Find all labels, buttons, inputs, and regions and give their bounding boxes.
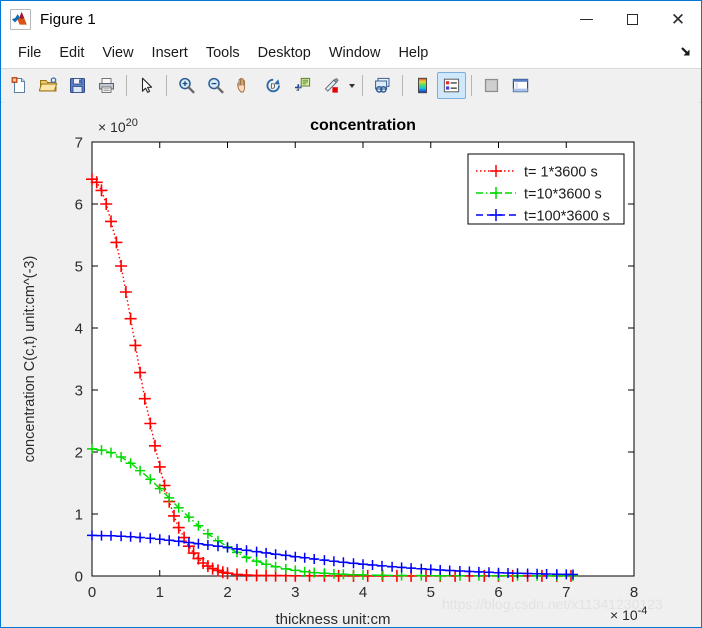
- y-tick-label: 5: [75, 259, 83, 276]
- menu-item-view[interactable]: View: [93, 42, 142, 64]
- save-figure-icon[interactable]: [63, 72, 92, 99]
- x-tick-label: 4: [359, 584, 367, 601]
- legend[interactable]: t= 1*3600 s t=10*3600 s t=100*3600 s: [467, 153, 625, 225]
- toolbar-separator: [471, 75, 472, 96]
- x-tick-label: 3: [291, 584, 299, 601]
- pan-icon[interactable]: [230, 72, 259, 99]
- y-axis-label: concentration C(c,t) unit:cm^(-3): [22, 256, 38, 463]
- menu-item-help[interactable]: Help: [389, 42, 437, 64]
- close-button[interactable]: ✕: [655, 1, 701, 37]
- maximize-icon: [626, 13, 638, 25]
- menu-item-insert[interactable]: Insert: [143, 42, 197, 64]
- y-axis-exponent: × 1020: [98, 117, 138, 135]
- x-tick-label: 8: [630, 584, 638, 601]
- minimize-button[interactable]: [563, 1, 609, 37]
- x-tick-label: 2: [223, 584, 231, 601]
- new-figure-icon[interactable]: [5, 72, 34, 99]
- matlab-icon: [10, 8, 31, 30]
- toolbar-separator: [126, 75, 127, 96]
- x-tick-label: 5: [427, 584, 435, 601]
- menu-bar: File Edit View Insert Tools Desktop Wind…: [1, 38, 701, 69]
- y-tick-label: 1: [75, 507, 83, 524]
- menu-item-window[interactable]: Window: [320, 42, 390, 64]
- legend-label: t= 1*3600 s: [524, 165, 598, 181]
- brush-dropdown-arrow-icon[interactable]: [346, 72, 357, 99]
- undock-arrow-icon[interactable]: [678, 46, 692, 60]
- menu-item-file[interactable]: File: [9, 42, 50, 64]
- menu-item-desktop[interactable]: Desktop: [249, 42, 320, 64]
- toolbar-separator: [166, 75, 167, 96]
- legend-icon[interactable]: [437, 72, 466, 99]
- title-bar-left: Figure 1: [1, 8, 96, 30]
- window-controls: ✕: [563, 1, 701, 37]
- x-axis-exponent: × 10-4: [610, 605, 647, 623]
- data-cursor-icon[interactable]: [288, 72, 317, 99]
- y-tick-label: 6: [75, 197, 83, 214]
- y-tick-label: 7: [75, 135, 83, 152]
- x-tick-label: 7: [562, 584, 570, 601]
- zoom-in-icon[interactable]: [172, 72, 201, 99]
- open-file-icon[interactable]: [34, 72, 63, 99]
- toolbar: D: [1, 69, 701, 103]
- rotate-3d-icon[interactable]: D: [259, 72, 288, 99]
- toolbar-separator: [402, 75, 403, 96]
- maximize-button[interactable]: [609, 1, 655, 37]
- concentration-plot: https://blog.csdn.net/x113412301230 1 2 3 4 5…: [22, 117, 663, 627]
- y-tick-label: 3: [75, 383, 83, 400]
- figure-window: Figure 1 ✕ File Edit View Insert Tools D…: [0, 0, 702, 628]
- link-plot-icon[interactable]: [368, 72, 397, 99]
- close-icon: ✕: [670, 9, 686, 29]
- hide-plot-tools-icon[interactable]: [477, 72, 506, 99]
- x-tick-label: 6: [494, 584, 502, 601]
- title-bar: Figure 1 ✕: [1, 1, 701, 38]
- toolbar-separator: [362, 75, 363, 96]
- svg-text:D: D: [270, 83, 275, 90]
- pointer-icon[interactable]: [132, 72, 161, 99]
- menu-item-tools[interactable]: Tools: [197, 42, 249, 64]
- figure-canvas: https://blog.csdn.net/x11341230123 0 1 2 3 4 5…: [2, 102, 700, 627]
- x-tick-label: 0: [88, 584, 96, 601]
- minimize-icon: [579, 18, 593, 20]
- colorbar-icon[interactable]: [408, 72, 437, 99]
- chart-title: concentration: [310, 117, 416, 134]
- brush-icon[interactable]: [317, 72, 346, 99]
- show-plot-tools-icon[interactable]: [506, 72, 535, 99]
- y-tick-label: 0: [75, 569, 83, 586]
- x-axis-label: thickness unit:cm: [275, 611, 390, 627]
- zoom-out-icon[interactable]: [201, 72, 230, 99]
- print-figure-icon[interactable]: [92, 72, 121, 99]
- y-tick-label: 2: [75, 445, 83, 462]
- x-tick-label: 1: [156, 584, 164, 601]
- y-tick-label: 4: [75, 321, 83, 338]
- legend-label: t=100*3600 s: [524, 209, 610, 225]
- window-title: Figure 1: [40, 10, 96, 28]
- legend-label: t=10*3600 s: [524, 187, 602, 203]
- menu-item-edit[interactable]: Edit: [50, 42, 93, 64]
